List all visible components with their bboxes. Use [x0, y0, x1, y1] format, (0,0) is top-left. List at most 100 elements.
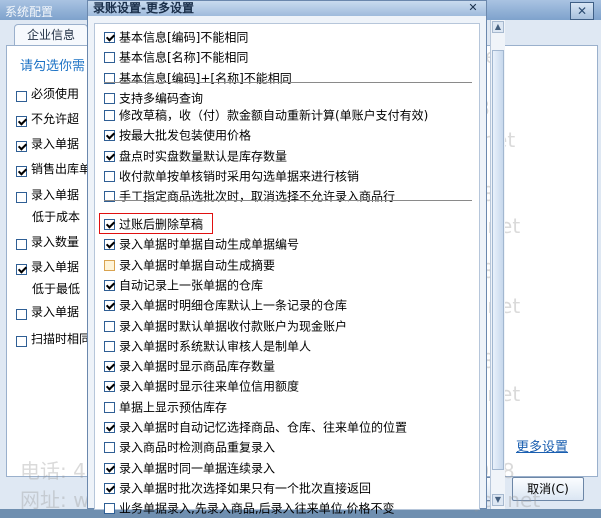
- background-option-row[interactable]: 录入单据: [16, 303, 79, 320]
- option-row[interactable]: 录入单据时默认单据收付款账户为现金账户: [104, 317, 347, 335]
- checkbox-checked[interactable]: [104, 361, 115, 373]
- more-settings-link[interactable]: 更多设置: [516, 436, 568, 455]
- option-row[interactable]: 按最大批发包装使用价格: [104, 126, 251, 144]
- checkbox-unchecked[interactable]: [104, 320, 115, 332]
- option-row[interactable]: 基本信息[名称]不能相同: [104, 48, 248, 66]
- background-option-row[interactable]: 扫描时相同: [16, 330, 91, 347]
- background-checkbox[interactable]: [16, 141, 27, 152]
- background-option-row[interactable]: 必须使用: [16, 85, 79, 102]
- group-separator: [104, 82, 472, 83]
- background-checkbox[interactable]: [16, 239, 27, 250]
- background-option-row[interactable]: 录入单据: [16, 135, 79, 152]
- checkbox-checked[interactable]: [104, 381, 115, 393]
- option-row[interactable]: 录入单据时明细仓库默认上一条记录的仓库: [104, 296, 347, 314]
- option-label: 录入单据时系统默认审核人是制单人: [119, 339, 312, 354]
- checkbox-unchecked[interactable]: [104, 52, 115, 64]
- option-row[interactable]: 单据上显示预估库存: [104, 398, 227, 416]
- checkbox-unchecked[interactable]: [104, 340, 115, 352]
- checkbox-checked[interactable]: [104, 239, 115, 251]
- option-label: 录入单据时默认单据收付款账户为现金账户: [119, 319, 348, 333]
- option-label: 修改草稿，收（付）款金额自动重新计算(单账户支付有效): [119, 108, 429, 123]
- checkbox-checked[interactable]: [104, 300, 115, 312]
- checkbox-unchecked[interactable]: [104, 110, 115, 121]
- background-option-row: 低于成本: [32, 208, 80, 225]
- more-settings-dialog: 录账设置-更多设置 ✕ 基本信息[编码]不能相同 基本信息[名称]不能相同 基本信息…: [87, 0, 487, 516]
- background-checkbox[interactable]: [16, 336, 27, 347]
- option-row[interactable]: 基本信息[编码]+[名称]不能相同: [104, 69, 292, 87]
- background-option-label: 录入单据: [31, 188, 80, 202]
- background-option-label: 不允许超: [31, 112, 80, 126]
- tab-company-info[interactable]: 企业信息: [14, 24, 88, 45]
- option-row[interactable]: 录入单据时单据自动生成单据编号: [104, 235, 299, 253]
- option-row[interactable]: 盘点时实盘数量默认是库存数量: [104, 147, 287, 165]
- scroll-thumb[interactable]: [492, 50, 504, 470]
- option-label: 录入单据时自动记忆选择商品、仓库、往来单位的位置: [119, 420, 408, 435]
- option-row[interactable]: 支持多编码查询: [104, 89, 203, 107]
- scroll-down-icon[interactable]: ▼: [492, 494, 504, 506]
- background-option-label: 录入单据: [31, 137, 80, 151]
- option-label: 盘点时实盘数量默认是库存数量: [119, 149, 288, 164]
- option-row[interactable]: 录入单据时显示往来单位信用额度: [104, 377, 299, 395]
- background-checkbox[interactable]: [16, 166, 27, 177]
- background-option-row[interactable]: 录入单据: [16, 258, 79, 275]
- checkbox-checked[interactable]: [104, 279, 115, 291]
- checkbox-checked[interactable]: [104, 422, 115, 433]
- background-checkbox[interactable]: [16, 264, 27, 275]
- background-checkbox[interactable]: [16, 192, 27, 203]
- checkbox-unchecked[interactable]: [104, 259, 115, 271]
- option-label: 录入单据时明细仓库默认上一条记录的仓库: [119, 298, 348, 313]
- background-option-label: 扫描时相同: [31, 332, 92, 346]
- option-row[interactable]: 录入单据时显示商品库存数量: [104, 357, 275, 375]
- background-checkbox[interactable]: [16, 91, 27, 102]
- checkbox-checked[interactable]: [104, 462, 115, 474]
- background-option-row[interactable]: 不允许超: [16, 110, 79, 127]
- background-option-label: 必须使用: [31, 87, 80, 101]
- option-label: 手工指定商品选批次时，取消选择不允许录入商品行: [119, 189, 396, 204]
- checkbox-checked[interactable]: [104, 150, 115, 162]
- checkbox-unchecked[interactable]: [104, 442, 115, 454]
- checkbox-checked[interactable]: [104, 32, 115, 43]
- option-row[interactable]: 基本信息[编码]不能相同: [104, 28, 248, 46]
- option-label: 录入单据时显示往来单位信用额度: [119, 379, 300, 394]
- dialog-close-button[interactable]: ✕: [465, 2, 481, 14]
- option-label: 录入单据时单据自动生成摘要: [119, 258, 276, 273]
- dialog-title: 录账设置-更多设置: [93, 1, 194, 15]
- option-row[interactable]: 录入单据时批次选择如果只有一个批次直接返回: [104, 479, 371, 497]
- checkbox-unchecked[interactable]: [104, 170, 115, 182]
- background-checkbox[interactable]: [16, 309, 27, 320]
- option-row[interactable]: 录入单据时自动记忆选择商品、仓库、往来单位的位置: [104, 418, 407, 436]
- background-option-row[interactable]: 录入单据: [16, 186, 79, 203]
- option-row[interactable]: 录入商品时检测商品重复录入: [104, 438, 275, 456]
- background-window-title: 系统配置: [5, 5, 54, 19]
- option-label: 收付款单按单核销时采用勾选单据来进行核销: [119, 169, 360, 184]
- checkbox-checked[interactable]: [104, 482, 115, 494]
- option-row[interactable]: 录入单据时单据自动生成摘要: [104, 256, 275, 274]
- background-checkbox[interactable]: [16, 116, 27, 127]
- background-option-row[interactable]: 销售出库单: [16, 160, 91, 177]
- option-row[interactable]: 修改草稿，收（付）款金额自动重新计算(单账户支付有效): [104, 106, 428, 124]
- option-row[interactable]: 自动记录上一张单据的仓库: [104, 276, 263, 294]
- checkbox-checked[interactable]: [104, 130, 115, 142]
- option-row[interactable]: 业务单据录入,先录入商品,后录入往来单位,价格不变: [104, 499, 394, 517]
- option-label: 录入单据时单据自动生成单据编号: [119, 237, 300, 252]
- checkbox-unchecked[interactable]: [104, 401, 115, 413]
- background-close-button[interactable]: ✕: [570, 2, 594, 20]
- scroll-up-icon[interactable]: ▲: [492, 21, 504, 33]
- cancel-button[interactable]: 取消(C): [512, 477, 584, 501]
- background-option-label: 录入单据: [31, 305, 80, 319]
- group-separator: [104, 200, 472, 201]
- option-row[interactable]: 收付款单按单核销时采用勾选单据来进行核销: [104, 167, 359, 185]
- highlight-box: [99, 213, 213, 234]
- option-label: 录入商品时检测商品重复录入: [119, 440, 276, 455]
- background-option-label: 录入数量: [31, 235, 80, 249]
- option-label: 自动记录上一张单据的仓库: [119, 278, 264, 293]
- checkbox-unchecked[interactable]: [104, 92, 115, 104]
- dialog-titlebar: 录账设置-更多设置 ✕: [88, 1, 486, 16]
- background-option-label: 录入单据: [31, 260, 80, 274]
- option-row[interactable]: 录入单据时同一单据连续录入: [104, 459, 275, 477]
- option-row[interactable]: 手工指定商品选批次时，取消选择不允许录入商品行: [104, 187, 395, 205]
- background-option-row[interactable]: 录入数量: [16, 233, 79, 250]
- dialog-scrollbar[interactable]: ▲ ▼: [490, 20, 505, 509]
- option-row[interactable]: 录入单据时系统默认审核人是制单人: [104, 337, 311, 355]
- dialog-body: 基本信息[编码]不能相同 基本信息[名称]不能相同基本信息[编码]+[名称]不能相…: [94, 23, 480, 516]
